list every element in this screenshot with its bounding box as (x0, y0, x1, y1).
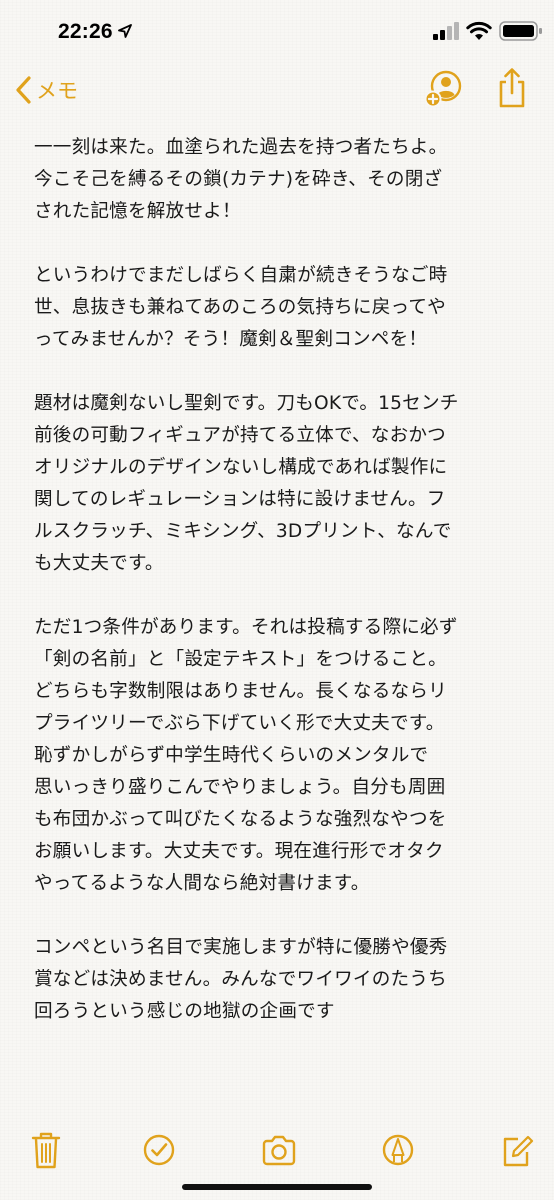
note-paragraph-3: 題材は魔剣ないし聖剣です。刀もOKで。15センチ 前後の可動フィギュアが持てる立… (34, 388, 534, 580)
signal-icon (433, 22, 459, 40)
nav-bar: メモ (0, 62, 554, 118)
note-line: 世、息抜きも兼ねてあのころの気持ちに戻ってや (34, 297, 446, 318)
note-line: やってるような人間なら絶対書けます。 (34, 873, 370, 894)
status-bar: 22:26 (0, 0, 554, 62)
back-label: メモ (36, 79, 78, 103)
home-indicator (182, 1184, 372, 1190)
compose-icon[interactable] (496, 1128, 536, 1172)
note-line: オリジナルのデザインないし構成であれば製作に (34, 457, 448, 478)
camera-icon[interactable] (259, 1128, 299, 1172)
note-line: された記憶を解放せよ！ (34, 201, 241, 222)
note-line: 今こそ己を縛るその鎖(カテナ)を砕き、その閉ざ (34, 169, 443, 190)
note-line: 題材は魔剣ないし聖剣です。刀もOKで。15センチ (34, 393, 459, 414)
notes-screen: 22:26 メモ 一一刻は来た。血塗られた過去を持つ者たちよ。 今こそ己を縛るそ… (0, 0, 554, 1200)
note-line: お願いします。大丈夫です。現在進行形でオタク (34, 841, 444, 862)
note-line: 関してのレギュレーションは特に設けません。フ (34, 489, 446, 510)
note-line: 一一刻は来た。血塗られた過去を持つ者たちよ。 (34, 137, 448, 158)
note-line: というわけでまだしばらく自粛が続きそうなご時 (34, 265, 448, 286)
battery-icon (499, 21, 542, 41)
note-line: どちらも字数制限はありません。長くなるならリ (34, 681, 447, 702)
note-line: 「剣の名前」と「設定テキスト」をつけること。 (34, 649, 447, 670)
note-line: 回ろうという感じの地獄の企画です (34, 1001, 335, 1022)
note-line: も布団かぶって叫びたくなるような強烈なやつを (34, 809, 447, 830)
note-line: も大丈夫です。 (34, 553, 164, 574)
checklist-icon[interactable] (139, 1128, 179, 1172)
note-line: 思いっきり盛りこんでやりましょう。自分も周囲 (34, 777, 446, 798)
wifi-icon (466, 21, 492, 40)
share-icon[interactable] (494, 66, 530, 110)
note-line: ルスクラッチ、ミキシング、3Dプリント、なんで (34, 521, 452, 542)
note-line: 恥ずかしがらず中学生時代くらいのメンタルで (34, 745, 429, 766)
note-line: ってみませんか？そう！魔剣＆聖剣コンペを！ (34, 329, 428, 350)
note-paragraph-2: というわけでまだしばらく自粛が続きそうなご時 世、息抜きも兼ねてあのころの気持ち… (34, 260, 534, 356)
back-button[interactable]: メモ (14, 70, 78, 110)
status-time: 22:26 (58, 20, 113, 43)
note-body[interactable]: 一一刻は来た。血塗られた過去を持つ者たちよ。 今こそ己を縛るその鎖(カテナ)を砕… (34, 132, 534, 1060)
bottom-toolbar (0, 1128, 554, 1178)
markup-icon[interactable] (378, 1128, 418, 1172)
note-line: 賞などは決めません。みんなでワイワイのたうち (34, 969, 447, 990)
note-line: 前後の可動フィギュアが持てる立体で、なおかつ (34, 425, 446, 446)
note-line: コンペという名目で実施しますが特に優勝や優秀 (34, 937, 448, 958)
note-paragraph-1: 一一刻は来た。血塗られた過去を持つ者たちよ。 今こそ己を縛るその鎖(カテナ)を砕… (34, 132, 534, 228)
location-arrow-icon (118, 24, 132, 38)
chevron-left-icon (16, 76, 31, 104)
note-paragraph-5: コンペという名目で実施しますが特に優勝や優秀 賞などは決めません。みんなでワイワ… (34, 932, 534, 1028)
note-line: ただ1つ条件があります。それは投稿する際に必ず (34, 617, 458, 638)
add-person-icon[interactable] (424, 68, 464, 108)
note-line: プライツリーでぶら下げていく形で大丈夫です。 (34, 713, 445, 734)
trash-icon[interactable] (26, 1128, 66, 1172)
note-paragraph-4: ただ1つ条件があります。それは投稿する際に必ず 「剣の名前」と「設定テキスト」を… (34, 612, 534, 900)
